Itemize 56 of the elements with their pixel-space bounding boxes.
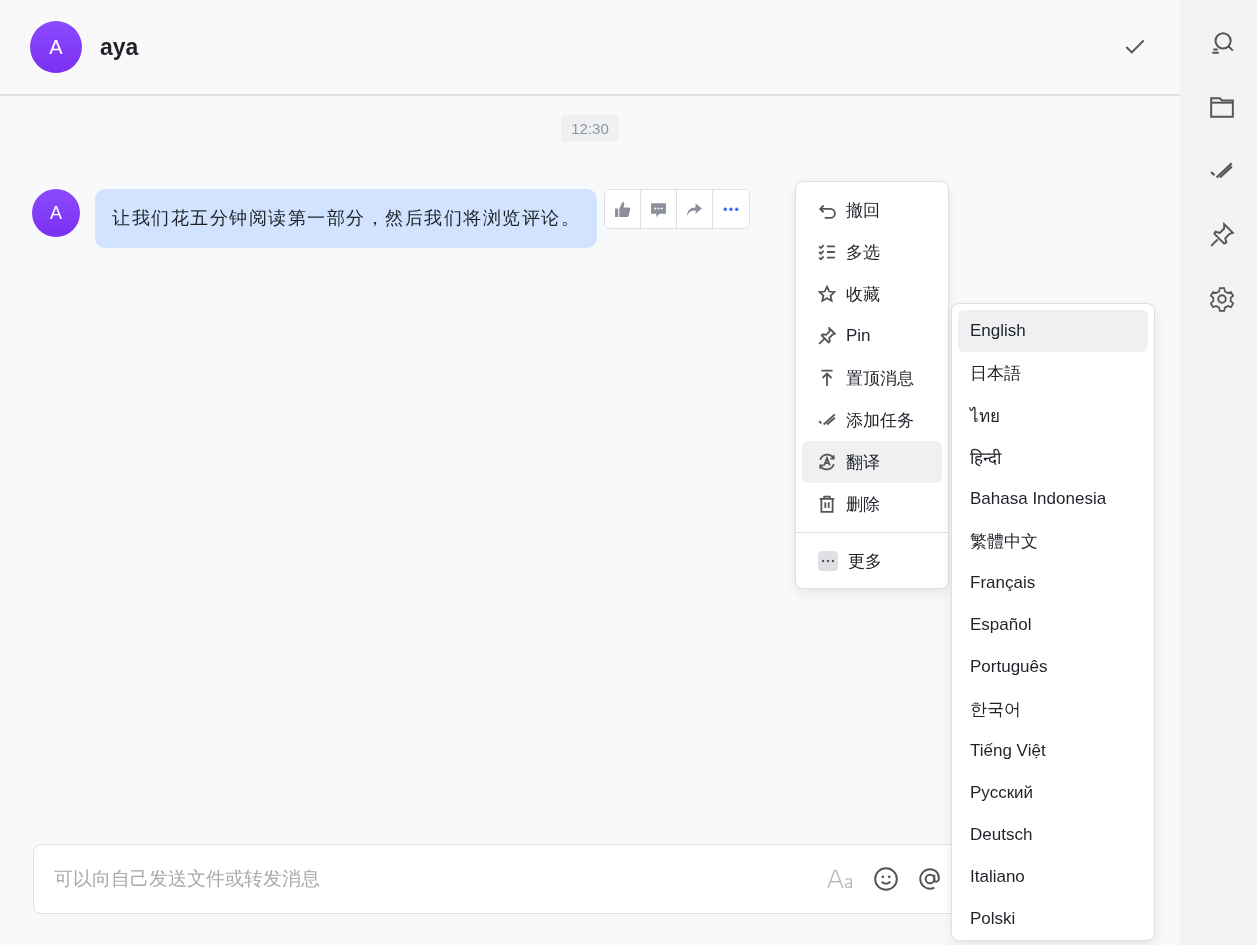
translate-icon [818, 453, 836, 471]
speech-bubble-icon [650, 200, 667, 218]
language-option[interactable]: Polski [958, 898, 1148, 940]
more-icon [818, 551, 838, 571]
thumbs-up-button[interactable] [605, 190, 641, 228]
language-option[interactable]: हिन्दी [958, 436, 1148, 478]
menu-item[interactable]: 多选 [802, 231, 942, 273]
language-option[interactable]: Tiếng Việt [958, 730, 1148, 772]
menu-item[interactable]: 置顶消息 [802, 357, 942, 399]
avatar: A [32, 189, 80, 237]
at-sign-icon[interactable] [917, 866, 943, 892]
language-option[interactable]: Deutsch [958, 814, 1148, 856]
settings-icon[interactable] [1209, 286, 1235, 312]
trash-icon [818, 495, 836, 513]
message-bubble: 让我们花五分钟阅读第一部分，然后我们将浏览评论。 [95, 189, 597, 248]
avatar: A [30, 21, 82, 73]
menu-item[interactable]: 更多 [802, 540, 942, 582]
language-option[interactable]: Español [958, 604, 1148, 646]
star-icon [818, 285, 836, 303]
menu-item[interactable]: 删除 [802, 483, 942, 525]
menu-label: 翻译 [846, 451, 880, 474]
menu-label: 更多 [848, 550, 882, 573]
language-option[interactable]: ไทย [958, 394, 1148, 436]
menu-label: 多选 [846, 241, 880, 264]
menu-label: 删除 [846, 493, 880, 516]
menu-item[interactable]: 收藏 [802, 273, 942, 315]
menu-item[interactable]: 添加任务 [802, 399, 942, 441]
checklist-icon [818, 243, 836, 261]
thumbs-up-icon [614, 200, 631, 218]
language-option[interactable]: Français [958, 562, 1148, 604]
language-option[interactable]: Italiano [958, 856, 1148, 898]
more-icon [723, 206, 739, 212]
menu-label: 添加任务 [846, 409, 914, 432]
menu-item[interactable]: Pin [802, 315, 942, 357]
pin-icon [818, 327, 836, 345]
menu-item[interactable]: 翻译 [802, 441, 942, 483]
language-option[interactable]: 한국어 [958, 688, 1148, 730]
emoji-icon[interactable] [873, 866, 899, 892]
menu-label: 置顶消息 [846, 367, 914, 390]
menu-label: Pin [846, 326, 871, 346]
language-option[interactable]: Русский [958, 772, 1148, 814]
menu-label: 撤回 [846, 199, 880, 222]
menu-item[interactable]: 撤回 [802, 189, 942, 231]
search-icon[interactable] [1209, 30, 1235, 56]
contact-name: aya [100, 33, 139, 61]
language-option[interactable]: 繁體中文 [958, 520, 1148, 562]
menu-label: 收藏 [846, 283, 880, 306]
language-option[interactable]: English [958, 310, 1148, 352]
language-option[interactable]: Bahasa Indonesia [958, 478, 1148, 520]
arrow-up-icon [818, 369, 836, 387]
language-option[interactable]: 日本語 [958, 352, 1148, 394]
folder-icon[interactable] [1209, 94, 1235, 120]
timestamp: 12:30 [561, 115, 619, 142]
message-input[interactable]: 可以向自己发送文件或转发消息 [52, 867, 809, 891]
language-option[interactable]: Português [958, 646, 1148, 688]
pin-icon[interactable] [1209, 222, 1235, 248]
